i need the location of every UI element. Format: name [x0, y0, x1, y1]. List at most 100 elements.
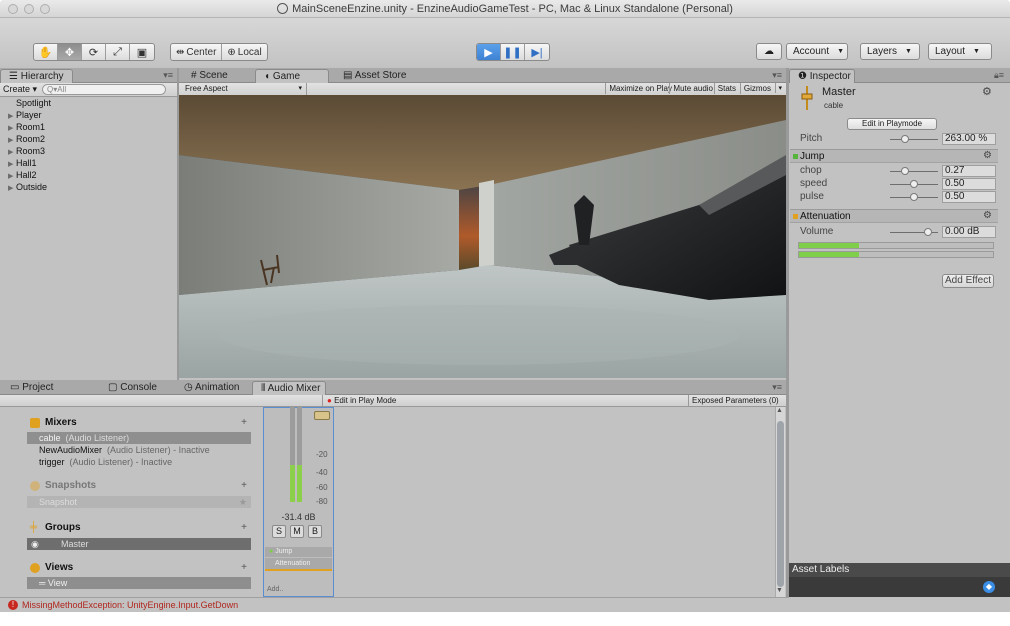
mixer-item[interactable]: trigger (Audio Listener) - Inactive — [27, 456, 251, 468]
tab-audio-mixer[interactable]: ⦀ Audio Mixer — [252, 381, 326, 395]
pitch-slider-knob[interactable] — [901, 135, 910, 143]
param-slider[interactable] — [890, 193, 938, 201]
pitch-slider[interactable] — [890, 135, 938, 143]
hierarchy-item[interactable]: ▶ Hall1 — [0, 157, 176, 169]
globe-icon: ⊕ — [227, 46, 236, 58]
exposed-parameters-dropdown[interactable]: Exposed Parameters (0) ⬍ — [688, 395, 786, 416]
effect-slot-attenuation[interactable]: Attenuation — [265, 558, 332, 571]
param-slider-knob[interactable] — [910, 193, 918, 201]
scrollbar-thumb[interactable] — [777, 421, 784, 587]
hierarchy-item[interactable]: Spotlight — [0, 97, 176, 109]
tab-console[interactable]: ▢ Console — [100, 381, 165, 395]
param-value-field[interactable]: 0.27 — [942, 165, 996, 177]
rotate-tool-button[interactable]: ⟳ — [82, 44, 106, 60]
jump-section-header[interactable]: Jump ⚙ — [790, 149, 998, 163]
edit-in-play-mode-toggle[interactable]: ● Edit in Play Mode — [322, 395, 686, 406]
game-view[interactable] — [179, 95, 786, 378]
group-item-master[interactable]: ◉ Master — [27, 538, 251, 550]
groups-section-header[interactable]: ╪ Groups + — [27, 522, 251, 536]
tab-game[interactable]: ◖ Game — [255, 69, 329, 83]
layout-dropdown[interactable]: Layout ▼ — [928, 43, 992, 60]
hierarchy-item[interactable]: ▶ Player — [0, 109, 176, 121]
scale-tool-button[interactable]: ⤢ — [106, 44, 130, 60]
views-section-header[interactable]: Views + — [27, 562, 251, 576]
aspect-dropdown[interactable]: Free Aspect ▾ — [181, 83, 307, 95]
mixer-scrollbar[interactable]: ▲ ▼ — [775, 407, 785, 597]
scroll-down-icon[interactable]: ▼ — [776, 587, 783, 594]
hierarchy-item[interactable]: ▶ Room3 — [0, 145, 176, 157]
add-group-button[interactable]: + — [241, 522, 247, 533]
param-slider[interactable] — [890, 180, 938, 188]
step-button[interactable]: ▶| — [525, 44, 549, 60]
volume-slider-knob[interactable] — [924, 228, 932, 236]
mixer-item[interactable]: cable (Audio Listener) — [27, 432, 251, 444]
edit-in-playmode-button[interactable]: Edit in Playmode — [847, 118, 937, 130]
panel-menu-icon[interactable]: ▾≡ — [772, 70, 782, 81]
view-item[interactable]: ═ View — [27, 577, 251, 589]
volume-slider[interactable] — [890, 228, 938, 236]
hand-tool-button[interactable]: ✋ — [34, 44, 58, 60]
mute-button[interactable]: M — [290, 525, 304, 538]
param-value-field[interactable]: 0.50 — [942, 178, 996, 190]
tag-icon[interactable]: ◆ — [983, 581, 995, 593]
stats-toggle[interactable]: Stats — [713, 83, 739, 94]
effect-slot-jump[interactable]: ● Jump — [265, 547, 332, 557]
expand-arrow-icon[interactable]: ▶ — [8, 183, 16, 195]
play-button[interactable]: ▶ — [477, 44, 501, 60]
param-slider-knob[interactable] — [910, 180, 918, 188]
mixer-item[interactable]: NewAudioMixer (Audio Listener) - Inactiv… — [27, 444, 251, 456]
hierarchy-item[interactable]: ▶ Room1 — [0, 121, 176, 133]
hierarchy-search-input[interactable]: Q▾All — [42, 84, 166, 95]
param-slider[interactable] — [890, 167, 938, 175]
fader-handle[interactable] — [314, 411, 330, 420]
rect-tool-button[interactable]: ▣ — [130, 44, 154, 60]
console-error-message[interactable]: MissingMethodException: UnityEngine.Inpu… — [22, 600, 238, 610]
scroll-up-icon[interactable]: ▲ — [776, 407, 783, 414]
tab-scene[interactable]: # Scene — [183, 69, 236, 83]
pause-button[interactable]: ❚❚ — [501, 44, 525, 60]
add-effect-slot[interactable]: Add.. — [265, 586, 332, 596]
volume-value-field[interactable]: 0.00 dB — [942, 226, 996, 238]
pitch-value-field[interactable]: 263.00 % — [942, 133, 996, 145]
create-dropdown[interactable]: Create ▾ — [3, 84, 37, 95]
cloud-button[interactable]: ☁ — [756, 43, 782, 60]
add-effect-button[interactable]: Add Effect — [942, 274, 994, 288]
mute-audio-toggle[interactable]: Mute audio — [669, 83, 716, 94]
chevron-down-icon[interactable]: ▾ — [775, 83, 784, 93]
settings-gear-icon[interactable]: ⚙ — [983, 210, 992, 221]
status-bar[interactable]: ! MissingMethodException: UnityEngine.In… — [0, 597, 789, 612]
add-view-button[interactable]: + — [241, 562, 247, 573]
layers-dropdown[interactable]: Layers ▼ — [860, 43, 920, 60]
snapshots-section-header[interactable]: Snapshots + — [27, 480, 251, 494]
hierarchy-item[interactable]: ▶ Outside — [0, 181, 176, 193]
settings-gear-icon[interactable]: ⚙ — [982, 85, 992, 98]
solo-button[interactable]: S — [272, 525, 286, 538]
add-mixer-button[interactable]: + — [241, 417, 247, 428]
tab-animation[interactable]: ◷ Animation — [176, 381, 247, 395]
maximize-on-play-toggle[interactable]: Maximize on Play — [605, 83, 675, 94]
settings-gear-icon[interactable]: ⚙ — [983, 150, 992, 161]
panel-menu-icon[interactable]: ▾≡ — [772, 382, 782, 393]
param-slider-knob[interactable] — [900, 167, 909, 175]
eye-icon[interactable]: ◉ — [31, 538, 39, 550]
star-icon[interactable]: ★ — [239, 496, 247, 508]
bypass-button[interactable]: B — [308, 525, 322, 538]
add-snapshot-button[interactable]: + — [241, 480, 247, 491]
pivot-local-button[interactable]: ⊕ Local — [222, 44, 266, 60]
tab-project[interactable]: ▭ Project — [2, 381, 61, 395]
hierarchy-item[interactable]: ▶ Hall2 — [0, 169, 176, 181]
param-value-field[interactable]: 0.50 — [942, 191, 996, 203]
tab-asset-store[interactable]: ▤ Asset Store — [335, 69, 414, 83]
panel-menu-icon[interactable]: ▾≡ — [163, 70, 173, 81]
tab-inspector[interactable]: ❶ Inspector — [789, 69, 855, 83]
snapshot-item[interactable]: Snapshot ★ — [27, 496, 251, 508]
move-tool-button[interactable]: ✥ — [58, 44, 82, 60]
pivot-center-button[interactable]: ⇹ Center — [171, 44, 223, 60]
lock-icon[interactable]: 🔒︎≡ — [994, 70, 1004, 81]
hierarchy-item[interactable]: ▶ Room2 — [0, 133, 176, 145]
attenuation-section-header[interactable]: Attenuation ⚙ — [790, 209, 998, 223]
mixers-section-header[interactable]: Mixers + — [27, 417, 251, 431]
account-dropdown[interactable]: Account ▼ — [786, 43, 848, 60]
gizmos-dropdown[interactable]: Gizmos — [739, 83, 774, 94]
tab-hierarchy[interactable]: ☰ Hierarchy — [0, 69, 73, 83]
